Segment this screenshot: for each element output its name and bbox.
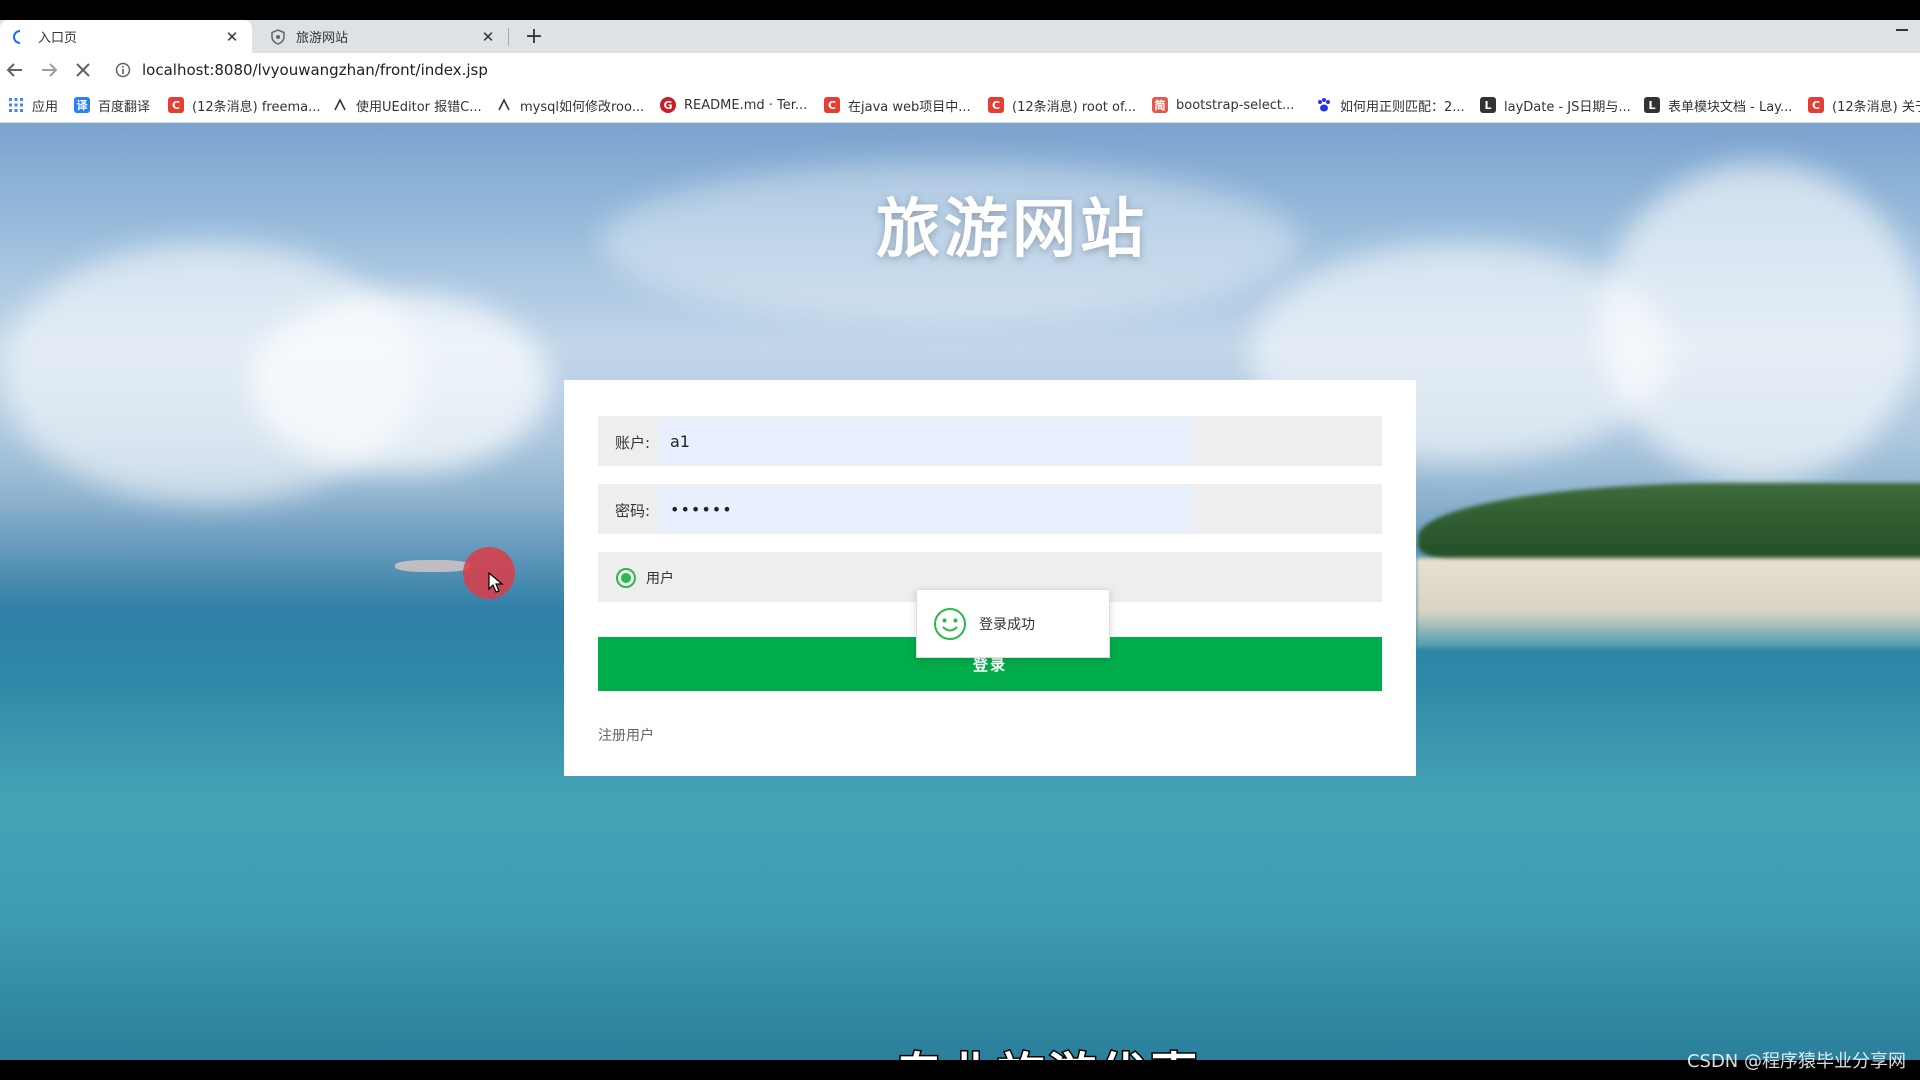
generic-site-icon (496, 97, 512, 113)
cnblogs-icon: 简 (1152, 97, 1168, 113)
stop-loading-icon[interactable] (70, 57, 96, 83)
bookmark-bootstrap-select[interactable]: 简 bootstrap-select... (1152, 87, 1295, 122)
layui-icon: L (1480, 97, 1496, 113)
generic-site-icon (332, 97, 348, 113)
bookmark-csdn-about[interactable]: C (12条消息) 关于 (1808, 87, 1920, 122)
tab-title: 旅游网站 (296, 31, 349, 46)
tab-bar: 入口页 ✕ 旅游网站 ✕ (0, 20, 1920, 53)
role-user-radio[interactable] (616, 568, 636, 588)
csdn-icon: C (168, 97, 184, 113)
cloud-decoration (250, 293, 550, 473)
bookmark-apps[interactable]: 应用 (8, 87, 59, 122)
site-info-icon[interactable] (115, 62, 131, 78)
csdn-watermark: CSDN @程序猿毕业分享网 (1686, 1051, 1906, 1072)
bookmark-label: README.md · Ter... (684, 97, 808, 113)
browser-toolbar: localhost:8080/lvyouwangzhan/front/index… (0, 53, 1920, 87)
tab-close-icon[interactable]: ✕ (224, 29, 240, 45)
bookmark-label: bootstrap-select... (1176, 97, 1295, 113)
bookmark-layui-form[interactable]: L 表单模块文档 - Lay... (1644, 87, 1793, 122)
bookmarks-bar: 应用 译 百度翻译 C (12条消息) freema... 使用UEditor … (0, 87, 1920, 123)
password-input[interactable] (658, 486, 1194, 532)
bookmark-label: 百度翻译 (98, 99, 151, 115)
baidu-translate-icon: 译 (74, 97, 90, 113)
mouse-cursor-icon (488, 571, 504, 594)
toast-message: 登录成功 (979, 616, 1035, 633)
csdn-icon: C (1808, 97, 1824, 113)
bookmark-ueditor[interactable]: 使用UEditor 报错C... (332, 87, 482, 122)
login-success-toast: 登录成功 (916, 589, 1110, 658)
bottom-black-strip (0, 1060, 1920, 1080)
bookmark-label: 应用 (32, 99, 59, 115)
bookmark-java-web[interactable]: C 在java web项目中... (824, 87, 971, 122)
smiley-face-icon (933, 607, 967, 641)
login-form-card: 账户: 密码: 用户 登录 注册用户 (564, 380, 1416, 776)
register-user-link[interactable]: 注册用户 (598, 725, 654, 745)
bookmark-label: 在java web项目中... (848, 99, 971, 115)
back-arrow-icon[interactable] (2, 57, 28, 83)
bookmark-laydate[interactable]: L layDate - JS日期与... (1480, 87, 1631, 122)
minimize-icon[interactable] (1892, 20, 1912, 40)
forward-arrow-icon[interactable] (36, 57, 62, 83)
baidu-paw-icon (1316, 97, 1332, 113)
account-label: 账户: (615, 434, 651, 452)
password-label: 密码: (615, 502, 651, 520)
loading-spinner-icon (12, 29, 28, 45)
bookmark-baidu-translate[interactable]: 译 百度翻译 (74, 87, 151, 122)
tab-travel-site[interactable]: 旅游网站 ✕ (258, 20, 508, 53)
bookmark-csdn-root[interactable]: C (12条消息) root of... (988, 87, 1136, 122)
bookmark-label: (12条消息) freema... (192, 99, 321, 115)
distant-boat (395, 560, 470, 572)
tab-entry-page[interactable]: 入口页 ✕ (0, 20, 252, 53)
top-black-strip (0, 0, 1920, 20)
shield-icon (270, 28, 286, 45)
address-bar-url[interactable]: localhost:8080/lvyouwangzhan/front/index… (142, 61, 488, 79)
bookmark-csdn-freemarker[interactable]: C (12条消息) freema... (168, 87, 321, 122)
role-user-label[interactable]: 用户 (646, 568, 674, 588)
gitee-icon: G (660, 97, 676, 113)
bookmark-label: mysql如何修改roo... (520, 99, 645, 115)
password-field: 密码: (598, 484, 1382, 534)
apps-grid-icon (8, 97, 24, 113)
tab-separator (508, 28, 509, 46)
bookmark-label: 表单模块文档 - Lay... (1668, 99, 1793, 115)
beach-sand (1416, 558, 1920, 648)
tab-close-icon[interactable]: ✕ (480, 29, 496, 45)
bookmark-label: 使用UEditor 报错C... (356, 99, 482, 115)
bookmark-label: 如何用正则匹配：2... (1340, 99, 1465, 115)
login-page-background: 旅游网站 账户: 密码: 用户 登录 注册用户 登录成功 (0, 123, 1920, 1060)
bookmark-gitee-readme[interactable]: G README.md · Ter... (660, 87, 808, 122)
layui-icon: L (1644, 97, 1660, 113)
tab-title: 入口页 (38, 31, 78, 46)
account-field: 账户: (598, 416, 1382, 466)
bookmark-mysql[interactable]: mysql如何修改roo... (496, 87, 645, 122)
csdn-icon: C (988, 97, 1004, 113)
site-title: 旅游网站 (876, 193, 1148, 267)
bookmark-label: (12条消息) 关于 (1832, 99, 1920, 115)
new-tab-button[interactable]: + (522, 20, 546, 53)
account-input[interactable] (658, 418, 1194, 464)
csdn-icon: C (824, 97, 840, 113)
bookmark-label: (12条消息) root of... (1012, 99, 1136, 115)
video-caption: 专业旅游优惠 (895, 1036, 1201, 1061)
bookmark-label: layDate - JS日期与... (1504, 99, 1631, 115)
bookmark-regex[interactable]: 如何用正则匹配：2... (1316, 87, 1465, 122)
